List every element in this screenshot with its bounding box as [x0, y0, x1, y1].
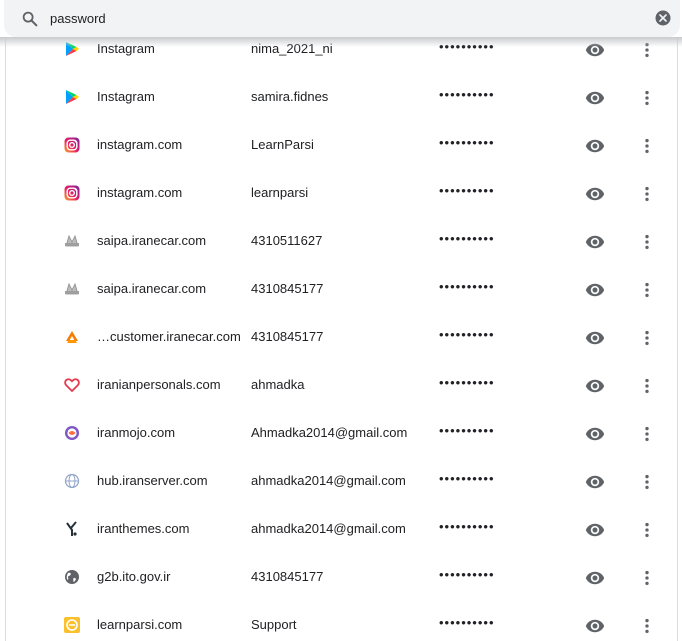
- more-actions-icon[interactable]: [637, 472, 657, 492]
- iranmojo-icon: [64, 425, 80, 441]
- site-link[interactable]: instagram.com: [97, 137, 243, 152]
- more-actions-icon[interactable]: [637, 136, 657, 156]
- instagram-icon: [64, 137, 80, 153]
- iranecar-logo-icon: [64, 329, 80, 345]
- play-store-icon: [64, 89, 80, 105]
- more-actions-icon[interactable]: [637, 616, 657, 636]
- password-mask: ••••••••••: [439, 375, 495, 390]
- password-row[interactable]: saipa.iranecar.com 4310845177 ••••••••••: [0, 265, 682, 313]
- more-actions-icon[interactable]: [637, 184, 657, 204]
- password-row[interactable]: iranianpersonals.com ahmadka ••••••••••: [0, 361, 682, 409]
- show-password-icon[interactable]: [585, 616, 605, 636]
- username-text: 4310845177: [251, 329, 324, 344]
- password-row[interactable]: hub.iranserver.com ahmadka2014@gmail.com •…: [0, 457, 682, 505]
- site-link[interactable]: g2b.ito.gov.ir: [97, 569, 243, 584]
- username-text: Ahmadka2014@gmail.com: [251, 425, 408, 440]
- site-link[interactable]: iranmojo.com: [97, 425, 243, 440]
- show-password-icon[interactable]: [585, 328, 605, 348]
- show-password-icon[interactable]: [585, 568, 605, 588]
- site-link[interactable]: iranthemes.com: [97, 521, 243, 536]
- saipa-icon: [64, 281, 80, 297]
- username-text: Support: [251, 617, 297, 632]
- password-mask: ••••••••••: [439, 231, 495, 246]
- password-mask: ••••••••••: [439, 279, 495, 294]
- site-link[interactable]: hub.iranserver.com: [97, 473, 243, 488]
- passwords-page: Instagramnima_2021_ni••••••••••Instagram…: [0, 0, 682, 641]
- password-mask: ••••••••••: [439, 327, 495, 342]
- more-actions-icon[interactable]: [637, 568, 657, 588]
- password-row[interactable]: iranthemes.com ahmadka2014@gmail.com •••••…: [0, 505, 682, 553]
- password-row[interactable]: Instagram samira.fidnes ••••••••••: [0, 73, 682, 121]
- more-actions-icon[interactable]: [637, 424, 657, 444]
- password-mask: ••••••••••: [439, 615, 495, 630]
- site-link[interactable]: Instagram: [97, 89, 243, 104]
- password-row[interactable]: saipa.iranecar.com 4310511627 ••••••••••: [0, 217, 682, 265]
- show-password-icon[interactable]: [585, 280, 605, 300]
- password-mask: ••••••••••: [439, 471, 495, 486]
- search-bar: [4, 0, 680, 37]
- site-link[interactable]: saipa.iranecar.com: [97, 233, 243, 248]
- show-password-icon[interactable]: [585, 472, 605, 492]
- username-text: LearnParsi: [251, 137, 314, 152]
- more-actions-icon[interactable]: [637, 520, 657, 540]
- more-actions-icon[interactable]: [637, 376, 657, 396]
- globe-icon: [64, 569, 80, 585]
- search-input[interactable]: [50, 8, 610, 28]
- password-row[interactable]: instagram.com learnparsi ••••••••••: [0, 169, 682, 217]
- show-password-icon[interactable]: [585, 184, 605, 204]
- username-text: samira.fidnes: [251, 89, 329, 104]
- password-mask: ••••••••••: [439, 183, 495, 198]
- learnparsi-icon: [64, 617, 80, 633]
- site-link[interactable]: iranianpersonals.com: [97, 377, 243, 392]
- username-text: 4310845177: [251, 569, 324, 584]
- show-password-icon[interactable]: [585, 232, 605, 252]
- password-row[interactable]: …customer.iranecar.com 4310845177 ••••••••…: [0, 313, 682, 361]
- password-row[interactable]: instagram.com LearnParsi ••••••••••: [0, 121, 682, 169]
- username-text: ahmadka2014@gmail.com: [251, 521, 406, 536]
- password-mask: ••••••••••: [439, 567, 495, 582]
- password-row[interactable]: learnparsi.com Support ••••••••••: [0, 601, 682, 641]
- clear-search-icon[interactable]: [654, 9, 672, 27]
- username-text: learnparsi: [251, 185, 309, 200]
- password-mask: ••••••••••: [439, 423, 495, 438]
- globe-ring-icon: [64, 473, 80, 489]
- iranthemes-icon: [64, 521, 80, 537]
- username-text: ahmadka2014@gmail.com: [251, 473, 406, 488]
- password-mask: ••••••••••: [439, 519, 495, 534]
- search-icon[interactable]: [21, 10, 39, 28]
- more-actions-icon[interactable]: [637, 280, 657, 300]
- username-text: ahmadka: [251, 377, 305, 392]
- show-password-icon[interactable]: [585, 376, 605, 396]
- show-password-icon[interactable]: [585, 520, 605, 540]
- site-link[interactable]: …customer.iranecar.com: [97, 329, 243, 344]
- show-password-icon[interactable]: [585, 136, 605, 156]
- instagram-icon: [64, 185, 80, 201]
- username-text: 4310511627: [251, 233, 323, 248]
- password-list: Instagramnima_2021_ni••••••••••Instagram…: [0, 25, 682, 641]
- heart-icon: [64, 377, 80, 393]
- show-password-icon[interactable]: [585, 424, 605, 444]
- password-row[interactable]: g2b.ito.gov.ir 4310845177 ••••••••••: [0, 553, 682, 601]
- saipa-icon: [64, 233, 80, 249]
- username-text: 4310845177: [251, 281, 324, 296]
- more-actions-icon[interactable]: [637, 232, 657, 252]
- more-actions-icon[interactable]: [637, 328, 657, 348]
- password-mask: ••••••••••: [439, 135, 495, 150]
- site-link[interactable]: learnparsi.com: [97, 617, 243, 632]
- more-actions-icon[interactable]: [637, 88, 657, 108]
- password-row[interactable]: iranmojo.com Ahmadka2014@gmail.com •••••••…: [0, 409, 682, 457]
- site-link[interactable]: instagram.com: [97, 185, 243, 200]
- search-bar-shadow: [0, 37, 682, 47]
- show-password-icon[interactable]: [585, 88, 605, 108]
- password-mask: ••••••••••: [439, 87, 495, 102]
- site-link[interactable]: saipa.iranecar.com: [97, 281, 243, 296]
